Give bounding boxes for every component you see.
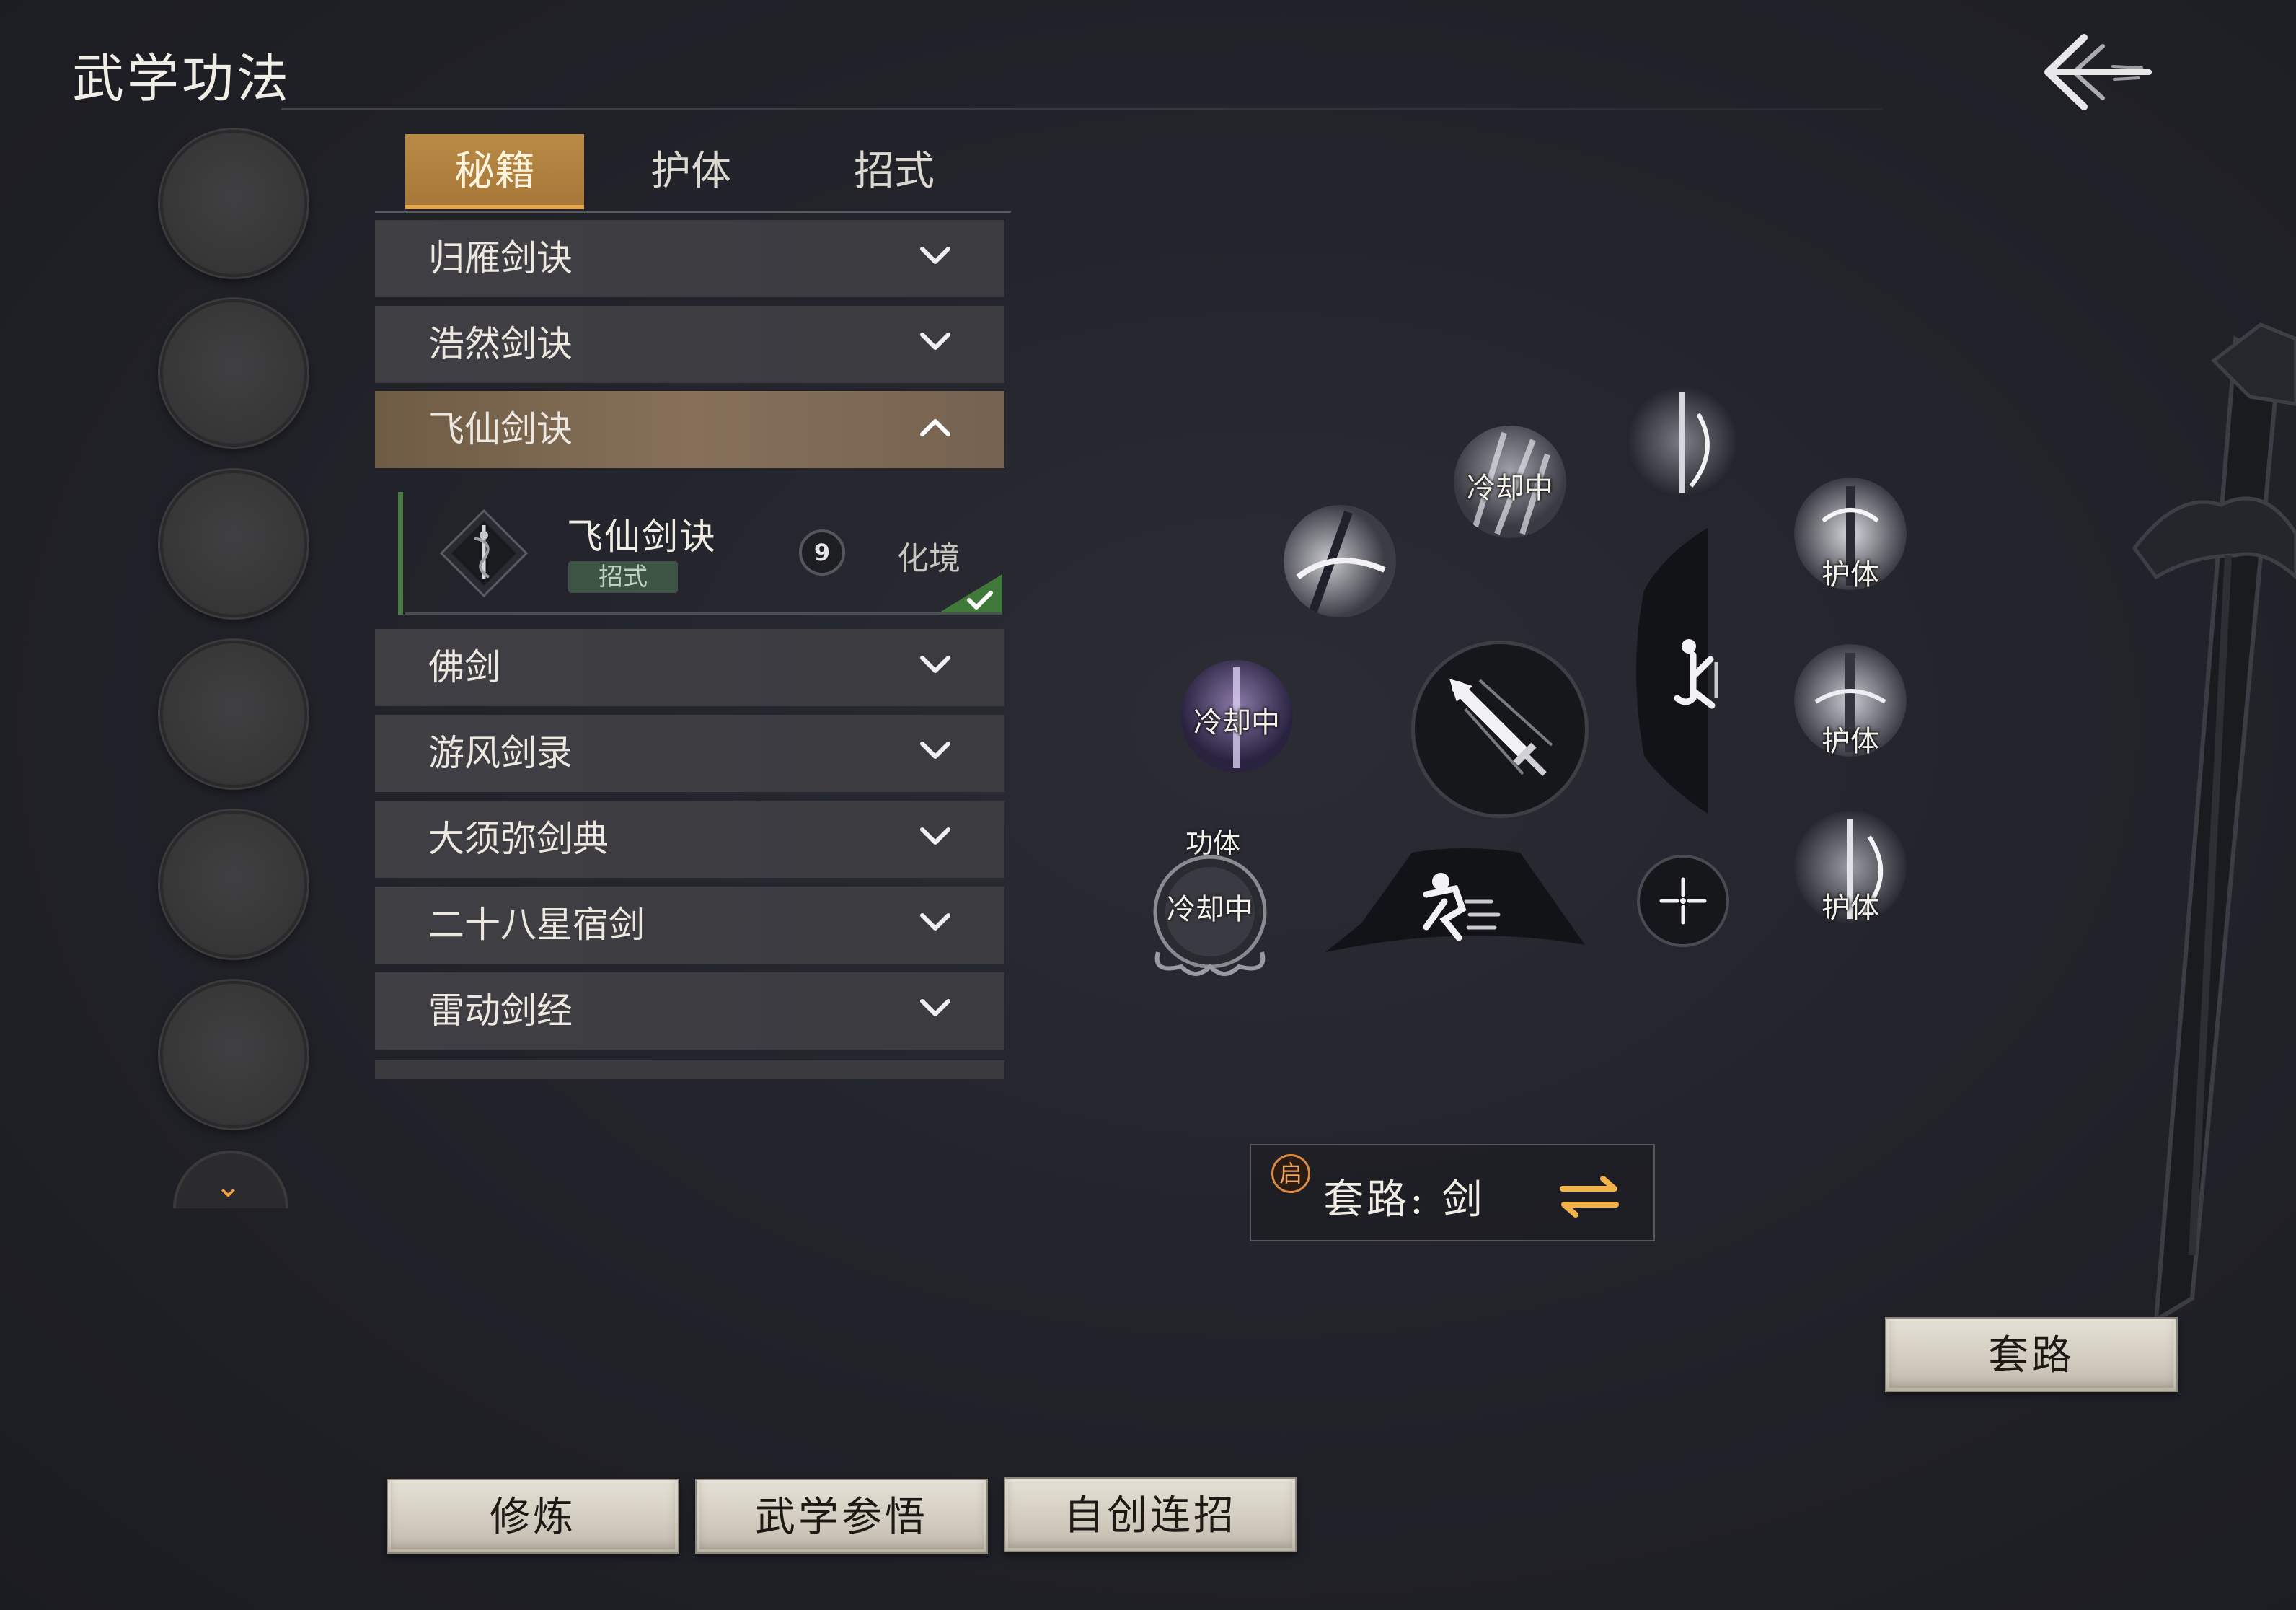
list-scroll-edge [375, 1060, 1004, 1079]
dash-button[interactable] [1318, 844, 1592, 963]
chevron-down-icon [920, 656, 950, 673]
martial-slot-4[interactable] [160, 641, 307, 788]
main-attack-button[interactable] [1411, 641, 1589, 818]
equipped-check-icon [936, 574, 1002, 615]
sword-icon [1449, 679, 1553, 776]
guard-slot-2[interactable]: 护体 [1794, 644, 1907, 757]
crosshair-icon [1659, 877, 1707, 925]
book-label: 大须弥剑典 [428, 818, 609, 860]
chevron-down-icon [920, 742, 950, 759]
book-row-haoran[interactable]: 浩然剑诀 [375, 306, 1004, 383]
martial-slot-3[interactable] [160, 470, 307, 617]
routine-active-badge: 启 [1271, 1154, 1310, 1193]
slots-scroll-more[interactable]: ⌄ [173, 1151, 288, 1208]
book-row-daxumi[interactable]: 大须弥剑典 [375, 801, 1004, 878]
manual-item-feixian[interactable]: 飞仙剑诀 招式 9 化境 [398, 492, 1002, 615]
page-title: 武学功法 [72, 48, 292, 109]
book-label: 归雁剑诀 [428, 237, 573, 279]
skill-slot-upper-right[interactable] [1626, 385, 1739, 498]
manual-name: 飞仙剑诀 [567, 516, 717, 558]
book-label: 游风剑录 [428, 732, 573, 774]
sword-wave-icon [1284, 505, 1396, 617]
back-arrow-icon [2044, 34, 2152, 110]
martial-slot-1[interactable] [160, 130, 307, 277]
chevron-up-icon [920, 419, 950, 436]
guard-label: 护体 [1822, 725, 1879, 757]
tab-guard[interactable]: 护体 [604, 134, 777, 209]
skill-slot-left[interactable]: 冷却中 [1180, 660, 1293, 773]
book-row-feixian[interactable]: 飞仙剑诀 [375, 391, 1004, 468]
guard-slot-3[interactable]: 护体 [1794, 811, 1907, 923]
skill-slot-upper-left[interactable] [1284, 505, 1396, 617]
chevron-down-icon [920, 827, 950, 845]
book-row-guiyan[interactable]: 归雁剑诀 [375, 220, 1004, 297]
tab-secret-manuals[interactable]: 秘籍 [405, 134, 584, 209]
chevron-down-icon [920, 247, 950, 264]
guard-label: 护体 [1822, 892, 1879, 923]
cooldown-label: 冷却中 [1193, 706, 1280, 739]
guard-label: 护体 [1822, 558, 1879, 590]
book-row-fojian[interactable]: 佛剑 [375, 629, 1004, 706]
book-label: 飞仙剑诀 [428, 408, 573, 450]
jump-button[interactable] [1635, 525, 1765, 821]
custom-combo-button[interactable]: 自创连招 [1004, 1477, 1297, 1552]
tabs-divider [375, 211, 1011, 213]
body-skill-slot[interactable]: 冷却中 [1138, 851, 1282, 981]
sword-slash-icon [1626, 385, 1739, 498]
book-label: 佛剑 [428, 646, 500, 688]
target-lock-button[interactable] [1637, 855, 1729, 947]
book-row-youfeng[interactable]: 游风剑录 [375, 715, 1004, 792]
book-label: 雷动剑经 [428, 990, 573, 1031]
back-button[interactable] [2034, 22, 2156, 123]
equipped-marker [398, 492, 403, 615]
manual-level-badge: 9 [799, 529, 845, 576]
guard-slot-1[interactable]: 护体 [1794, 478, 1907, 590]
book-label: 二十八星宿剑 [428, 904, 645, 946]
tab-bar: 秘籍 护体 招式 [375, 134, 1010, 214]
martial-slot-6[interactable] [160, 981, 307, 1128]
routine-label: 套路: 剑 [1323, 1176, 1485, 1223]
tab-moves[interactable]: 招式 [808, 134, 981, 209]
header-divider [281, 108, 1882, 110]
chevron-down-icon [920, 999, 950, 1016]
manual-type-tag: 招式 [568, 561, 678, 593]
sword-manual-icon [437, 506, 531, 600]
chevron-down-icon [920, 913, 950, 931]
book-row-ershiba[interactable]: 二十八星宿剑 [375, 887, 1004, 964]
sword-illustration [1976, 317, 2296, 1327]
book-label: 浩然剑诀 [428, 323, 573, 365]
chevron-down-icon: ⌄ [215, 1168, 242, 1205]
practice-button[interactable]: 修炼 [387, 1479, 679, 1554]
routine-selector[interactable]: 启 套路: 剑 [1250, 1144, 1655, 1241]
swap-arrows-icon [1560, 1176, 1619, 1218]
book-row-leidong[interactable]: 雷动剑经 [375, 972, 1004, 1050]
martial-slot-5[interactable] [160, 811, 307, 958]
skill-slot-top[interactable]: 冷却中 [1454, 426, 1566, 538]
cooldown-label: 冷却中 [1167, 893, 1253, 926]
manual-realm: 化境 [897, 540, 961, 577]
martial-slot-2[interactable] [160, 299, 307, 447]
comprehend-button[interactable]: 武学参悟 [695, 1479, 988, 1554]
routine-button[interactable]: 套路 [1885, 1317, 2178, 1392]
cooldown-label: 冷却中 [1467, 472, 1553, 505]
chevron-down-icon [920, 333, 950, 350]
